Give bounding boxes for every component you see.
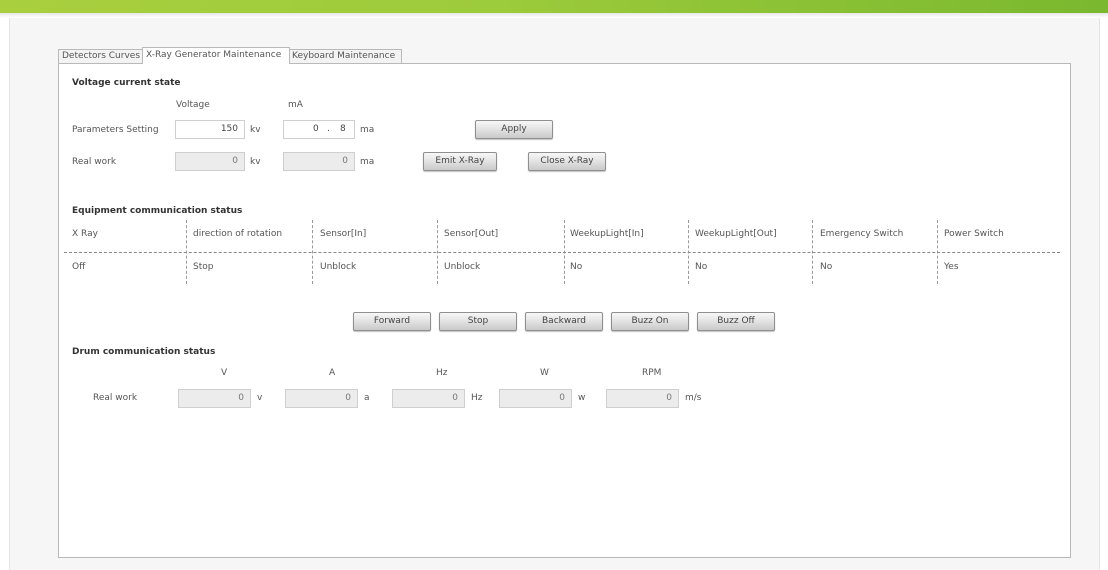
parameters-setting-label: Parameters Setting (72, 125, 159, 135)
ma-setting-input[interactable]: 0 . 8 (283, 120, 355, 139)
drum-section-title: Drum communication status (72, 347, 216, 357)
equipment-value-sensor-out: Unblock (444, 262, 481, 272)
drum-a-unit: a (364, 393, 370, 403)
ma-setting-dot: . (327, 124, 330, 134)
voltage-real-unit: kv (250, 157, 261, 167)
equipment-section-title: Equipment communication status (72, 206, 243, 216)
buzz-on-button[interactable]: Buzz On (611, 312, 689, 331)
real-work-label: Real work (72, 157, 117, 167)
drum-hz-readout: 0 (392, 389, 465, 408)
voltage-real-readout: 0 (175, 152, 245, 171)
equipment-column-divider (688, 220, 689, 284)
drum-header-rpm: RPM (642, 368, 662, 378)
equipment-header-power-switch: Power Switch (944, 229, 1004, 239)
equipment-column-divider (937, 220, 938, 284)
drum-hz-unit: Hz (471, 393, 483, 403)
drum-header-hz: Hz (436, 368, 448, 378)
equipment-column-divider (312, 220, 313, 284)
ma-real-unit: ma (360, 157, 375, 167)
drum-header-w: W (540, 368, 549, 378)
drum-rpm-readout: 0 (606, 389, 679, 408)
equipment-column-divider (437, 220, 438, 284)
equipment-header-sensor-in: Sensor[In] (320, 229, 367, 239)
equipment-header-weekuplight-in: WeekupLight[In] (570, 229, 644, 239)
voltage-column-header: Voltage (176, 100, 210, 110)
equipment-value-weekuplight-out: No (695, 262, 708, 272)
drum-v-readout: 0 (178, 389, 251, 408)
drum-w-unit: w (578, 393, 586, 403)
tab-xray-generator-maintenance[interactable]: X-Ray Generator Maintenance (142, 47, 290, 64)
drum-header-a: A (329, 368, 336, 378)
equipment-table-divider (64, 252, 1060, 253)
buzz-off-button[interactable]: Buzz Off (697, 312, 775, 331)
equipment-header-xray: X Ray (72, 229, 98, 239)
stop-button[interactable]: Stop (439, 312, 517, 331)
equipment-header-emergency-switch: Emergency Switch (820, 229, 904, 239)
tab-keyboard-maintenance[interactable]: Keyboard Maintenance (288, 49, 402, 64)
close-xray-button[interactable]: Close X-Ray (528, 152, 606, 171)
backward-button[interactable]: Backward (525, 312, 603, 331)
equipment-value-power-switch: Yes (944, 262, 959, 272)
drum-v-unit: v (257, 393, 263, 403)
tab-detectors-curves[interactable]: Detectors Curves (58, 49, 144, 64)
apply-button[interactable]: Apply (475, 120, 553, 139)
voltage-setting-input[interactable]: 150 (175, 120, 245, 139)
ma-setting-int: 0 (313, 124, 319, 134)
ma-setting-dec: 8 (340, 124, 346, 134)
voltage-section-title: Voltage current state (72, 78, 181, 88)
ma-real-readout: 0 (283, 152, 355, 171)
drum-a-readout: 0 (285, 389, 358, 408)
voltage-setting-unit: kv (250, 125, 261, 135)
equipment-header-direction: direction of rotation (193, 229, 283, 239)
equipment-value-emergency-switch: No (820, 262, 833, 272)
equipment-value-xray: Off (72, 262, 86, 272)
top-accent-bar (0, 0, 1108, 13)
forward-button[interactable]: Forward (353, 312, 431, 331)
equipment-column-divider (564, 220, 565, 284)
ma-setting-unit: ma (360, 125, 375, 135)
emit-xray-button[interactable]: Emit X-Ray (423, 152, 497, 171)
drum-header-v: V (221, 368, 228, 378)
equipment-value-weekuplight-in: No (570, 262, 583, 272)
equipment-header-weekuplight-out: WeekupLight[Out] (695, 229, 777, 239)
equipment-column-divider (186, 220, 187, 284)
drum-rpm-unit: m/s (685, 393, 702, 403)
equipment-header-sensor-out: Sensor[Out] (444, 229, 499, 239)
equipment-value-direction: Stop (193, 262, 214, 272)
ma-column-header: mA (288, 100, 303, 110)
equipment-column-divider (812, 220, 813, 284)
drum-w-readout: 0 (499, 389, 572, 408)
equipment-value-sensor-in: Unblock (320, 262, 357, 272)
drum-real-work-label: Real work (93, 393, 138, 403)
